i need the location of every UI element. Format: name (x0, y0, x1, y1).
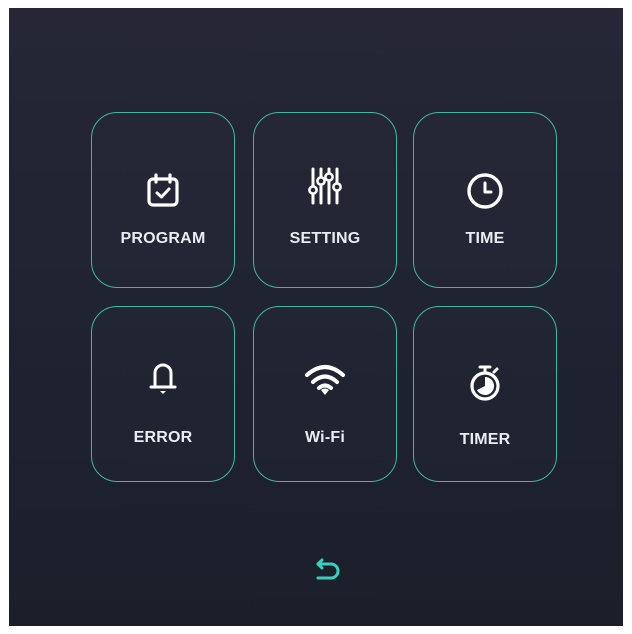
time-tile[interactable]: TIME (413, 112, 557, 288)
error-label: ERROR (133, 429, 193, 446)
menu-screen: PROGRAM SETTING TIME ERROR Wi-Fi TIMER (9, 8, 623, 626)
wifi-tile[interactable]: Wi-Fi (253, 306, 397, 482)
program-label: PROGRAM (120, 230, 206, 247)
timer-label: TIMER (459, 431, 511, 448)
error-tile[interactable]: ERROR (91, 306, 235, 482)
calendar-check-icon (139, 167, 187, 215)
clock-icon (461, 167, 509, 215)
back-button[interactable] (309, 556, 343, 588)
stopwatch-icon (461, 359, 509, 407)
time-label: TIME (465, 230, 505, 247)
sliders-icon (301, 161, 349, 209)
wifi-label: Wi-Fi (305, 429, 345, 446)
bell-icon (139, 353, 187, 401)
setting-tile[interactable]: SETTING (253, 112, 397, 288)
back-arrow-icon (309, 556, 343, 588)
wifi-icon (301, 355, 349, 403)
timer-tile[interactable]: TIMER (413, 306, 557, 482)
program-tile[interactable]: PROGRAM (91, 112, 235, 288)
setting-label: SETTING (289, 230, 361, 247)
